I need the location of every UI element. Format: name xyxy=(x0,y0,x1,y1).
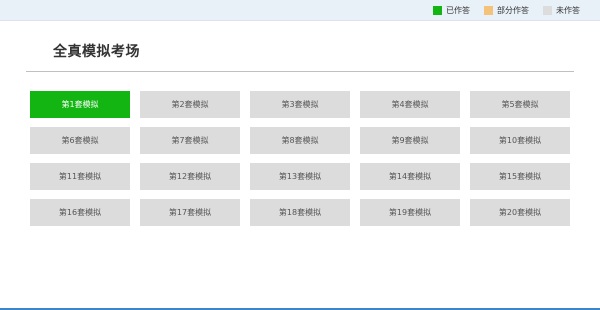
legend-label: 未作答 xyxy=(556,6,580,15)
exam-tile[interactable]: 第9套模拟 xyxy=(360,127,460,154)
exam-tile[interactable]: 第12套模拟 xyxy=(140,163,240,190)
partial-swatch xyxy=(484,6,493,15)
exam-tile[interactable]: 第10套模拟 xyxy=(470,127,570,154)
legend-label: 部分作答 xyxy=(497,6,529,15)
legend-item-partial: 部分作答 xyxy=(484,5,529,16)
unanswered-swatch xyxy=(543,6,552,15)
legend-label: 已作答 xyxy=(446,6,470,15)
page-title: 全真模拟考场 xyxy=(53,44,140,60)
exam-tile[interactable]: 第16套模拟 xyxy=(30,199,130,226)
exam-tile[interactable]: 第14套模拟 xyxy=(360,163,460,190)
exam-grid: 第1套模拟 第2套模拟 第3套模拟 第4套模拟 第5套模拟 第6套模拟 第7套模… xyxy=(30,91,570,226)
exam-tile[interactable]: 第19套模拟 xyxy=(360,199,460,226)
exam-tile[interactable]: 第2套模拟 xyxy=(140,91,240,118)
status-legend: 已作答 部分作答 未作答 xyxy=(419,0,580,21)
exam-tile[interactable]: 第5套模拟 xyxy=(470,91,570,118)
exam-tile[interactable]: 第13套模拟 xyxy=(250,163,350,190)
exam-tile[interactable]: 第18套模拟 xyxy=(250,199,350,226)
exam-tile[interactable]: 第8套模拟 xyxy=(250,127,350,154)
exam-tile[interactable]: 第20套模拟 xyxy=(470,199,570,226)
legend-item-answered: 已作答 xyxy=(433,5,470,16)
answered-swatch xyxy=(433,6,442,15)
exam-tile[interactable]: 第6套模拟 xyxy=(30,127,130,154)
exam-tile[interactable]: 第4套模拟 xyxy=(360,91,460,118)
top-bar: 已作答 部分作答 未作答 xyxy=(0,0,600,21)
exam-tile[interactable]: 第1套模拟 xyxy=(30,91,130,118)
title-divider xyxy=(26,71,574,72)
exam-tile[interactable]: 第15套模拟 xyxy=(470,163,570,190)
exam-tile[interactable]: 第11套模拟 xyxy=(30,163,130,190)
exam-tile[interactable]: 第17套模拟 xyxy=(140,199,240,226)
exam-tile[interactable]: 第7套模拟 xyxy=(140,127,240,154)
legend-item-unanswered: 未作答 xyxy=(543,5,580,16)
exam-tile[interactable]: 第3套模拟 xyxy=(250,91,350,118)
